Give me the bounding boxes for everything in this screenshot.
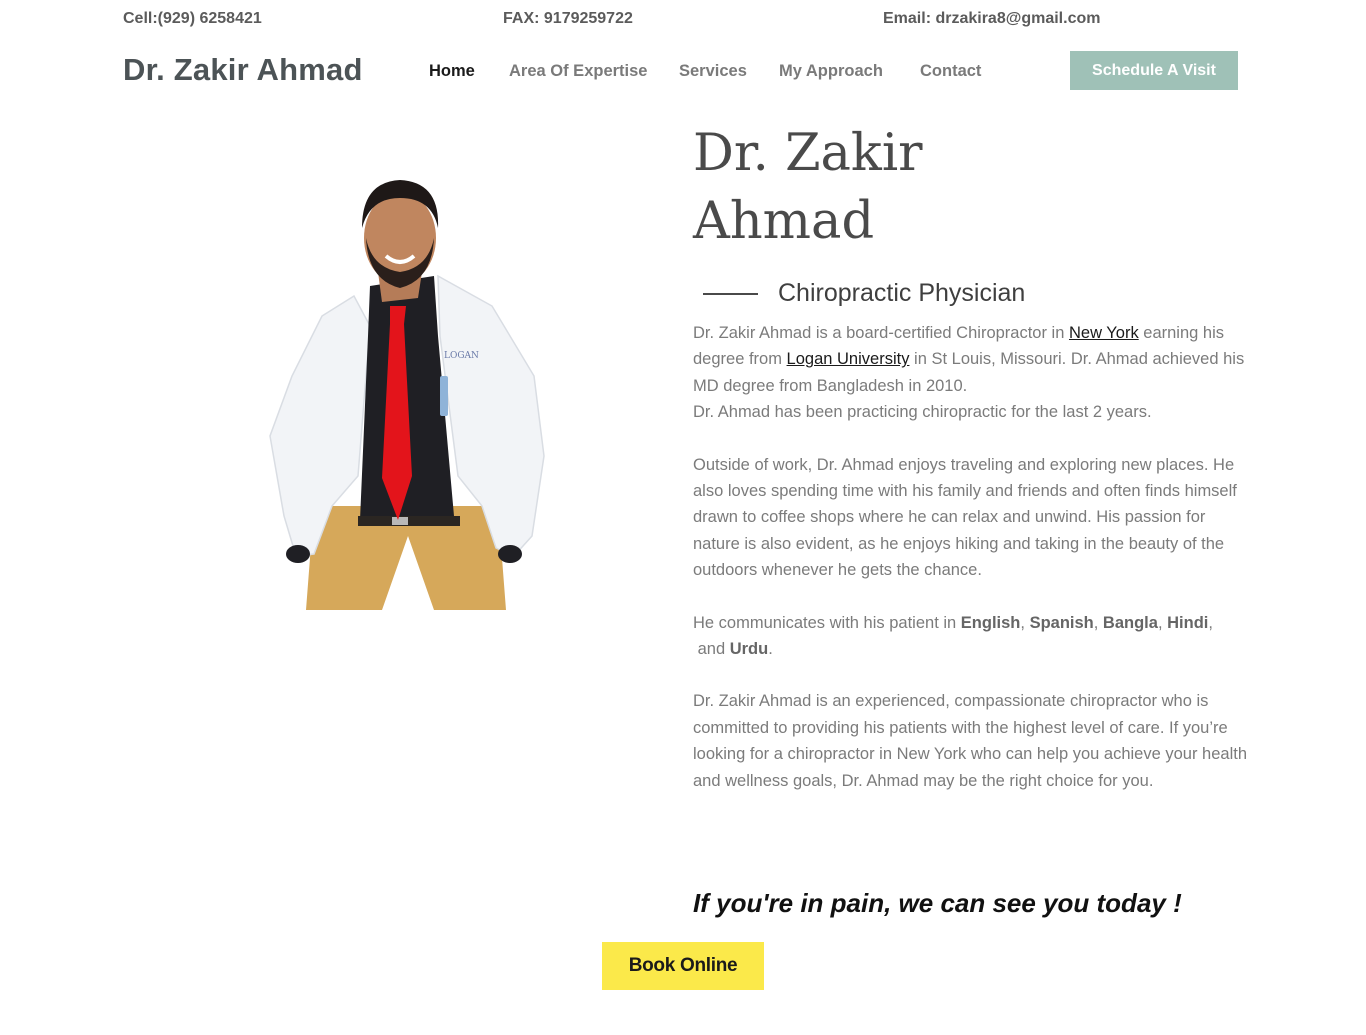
bio-text-segment: and	[697, 640, 730, 659]
svg-text:LOGAN: LOGAN	[444, 351, 479, 361]
nav-services[interactable]: Services	[679, 62, 747, 81]
doctor-name-line-1: Dr. Zakir	[693, 124, 923, 183]
bio-paragraph-3: He communicates with his patient in Engl…	[693, 613, 1213, 659]
logan-university-link[interactable]: Logan University	[787, 350, 910, 368]
book-online-button[interactable]: Book Online	[602, 942, 764, 990]
doctor-name-heading: Dr. Zakir Ahmad	[693, 120, 1013, 256]
doctor-name-line-2: Ahmad	[693, 192, 875, 251]
tagline: If you're in pain, we can see you today …	[693, 888, 1182, 918]
bio-paragraph-1: Dr. Zakir Ahmad is a board-certified Chi…	[693, 320, 1253, 426]
bio-text-segment: Dr. Ahmad has been practicing chiropract…	[693, 403, 1152, 422]
nav-my-approach[interactable]: My Approach	[779, 62, 883, 81]
doctor-photo: LOGAN	[269, 180, 545, 610]
bio-paragraph-4: Dr. Zakir Ahmad is an experienced, compa…	[693, 692, 1247, 790]
language-english: English	[960, 613, 1021, 632]
email-address[interactable]: Email: drzakira8@gmail.com	[883, 10, 1100, 28]
language-bangla: Bangla	[1102, 613, 1158, 632]
nav-area-of-expertise[interactable]: Area Of Expertise	[509, 62, 647, 81]
nav-home[interactable]: Home	[429, 62, 475, 81]
new-york-link[interactable]: New York	[1069, 324, 1139, 342]
fax-number: FAX: 9179259722	[503, 10, 633, 27]
language-spanish: Spanish	[1029, 613, 1094, 632]
bio-paragraph-2: Outside of work, Dr. Ahmad enjoys travel…	[693, 455, 1237, 580]
schedule-visit-button[interactable]: Schedule A Visit	[1070, 51, 1238, 90]
language-hindi: Hindi	[1167, 613, 1209, 632]
language-urdu: Urdu	[729, 640, 769, 659]
cell-phone: Cell:(929) 6258421	[123, 10, 262, 27]
bio-text-segment: He communicates with his patient in	[693, 613, 961, 632]
bio-text: Dr. Zakir Ahmad is a board-certified Chi…	[693, 320, 1253, 820]
site-logo[interactable]: Dr. Zakir Ahmad	[123, 52, 363, 88]
bio-text-segment: Dr. Zakir Ahmad is a board-certified Chi…	[693, 324, 1069, 342]
contact-bar: Cell:(929) 6258421 FAX: 9179259722 Email…	[123, 10, 1123, 30]
doctor-title: Chiropractic Physician	[778, 279, 1026, 307]
subtitle-divider	[703, 293, 758, 295]
nav-contact[interactable]: Contact	[920, 62, 981, 81]
